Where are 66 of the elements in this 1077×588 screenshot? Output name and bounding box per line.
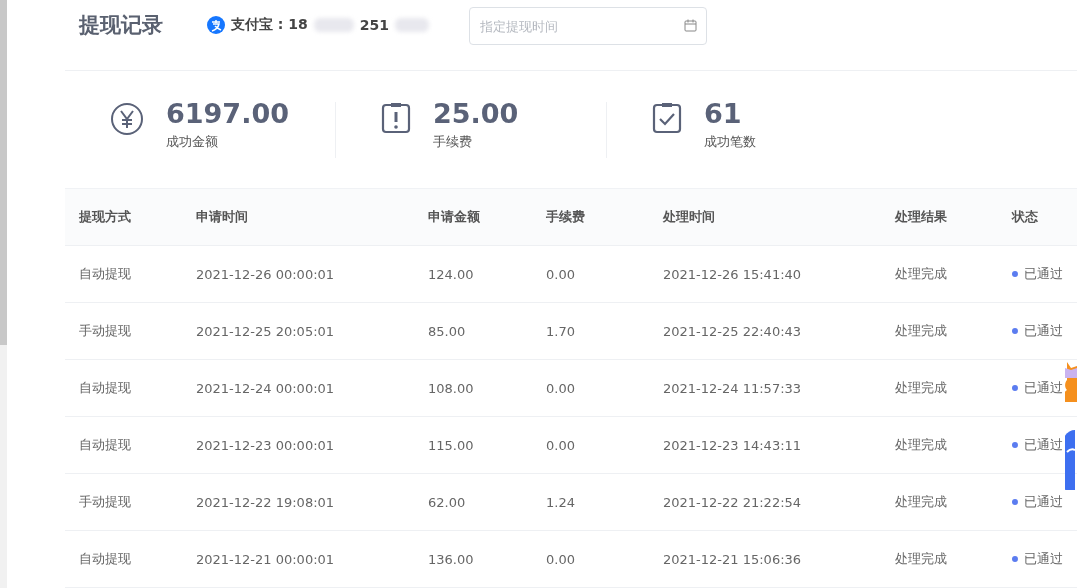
table-cell-text: 1.24 — [546, 494, 576, 510]
status-text: 已通过 — [1024, 265, 1063, 283]
table-cell-text: 自动提现 — [79, 436, 132, 454]
table-cell-text: 手动提现 — [79, 322, 132, 340]
stat-label: 成功金额 — [166, 132, 219, 151]
table-cell-text: 2021-12-23 00:00:01 — [196, 437, 336, 453]
column-header: 处理结果 — [895, 208, 948, 226]
column-header: 申请时间 — [196, 208, 249, 226]
table-cell-text: 处理完成 — [895, 436, 948, 454]
floating-help-button[interactable] — [1065, 430, 1075, 490]
page-title: 提现记录 — [79, 12, 164, 40]
table-cell-text: 处理完成 — [895, 322, 948, 340]
table-cell-text: 手动提现 — [79, 493, 132, 511]
table-cell-text: 0.00 — [546, 437, 576, 453]
table-cell-text: 自动提现 — [79, 550, 132, 568]
table-cell-text: 1.70 — [546, 323, 576, 339]
table-cell-text: 2021-12-21 00:00:01 — [196, 551, 336, 567]
calendar-icon — [684, 19, 697, 33]
table-cell-text: 108.00 — [428, 380, 475, 396]
scrollbar[interactable] — [0, 0, 7, 588]
column-header: 申请金额 — [428, 208, 481, 226]
table-cell-text: 2021-12-22 19:08:01 — [196, 494, 336, 510]
table-cell-text: 62.00 — [428, 494, 467, 510]
status-text: 已通过 — [1024, 322, 1063, 340]
table-cell-text: 2021-12-23 14:43:11 — [663, 437, 803, 453]
table-cell-text: 124.00 — [428, 266, 475, 282]
table-cell-text: 自动提现 — [79, 379, 132, 397]
column-header: 手续费 — [546, 208, 586, 226]
stat-label: 成功笔数 — [704, 132, 756, 151]
column-header: 状态 — [1012, 208, 1039, 226]
table-cell-text: 处理完成 — [895, 379, 948, 397]
account-number-tail: 251 — [359, 17, 390, 34]
stat-value: 61 — [704, 97, 743, 129]
date-field[interactable]: 指定提现时间 — [469, 7, 707, 46]
checklist-icon — [652, 101, 682, 134]
table-cell-text: 自动提现 — [79, 265, 132, 283]
table-cell-text: 处理完成 — [895, 550, 948, 568]
table-cell-text: 2021-12-24 11:57:33 — [663, 380, 803, 396]
table-cell-text: 2021-12-26 00:00:01 — [196, 266, 336, 282]
table-cell-text: 2021-12-25 20:05:01 — [196, 323, 336, 339]
table-cell-text: 0.00 — [546, 380, 576, 396]
table-cell-text: 136.00 — [428, 551, 475, 567]
table-cell-text: 处理完成 — [895, 265, 948, 283]
status-text: 已通过 — [1024, 550, 1063, 568]
table-cell-text: 0.00 — [546, 551, 576, 567]
table-cell-text: 85.00 — [428, 323, 467, 339]
table-cell-text: 0.00 — [546, 266, 576, 282]
status-text: 已通过 — [1024, 379, 1063, 397]
stat-label: 手续费 — [433, 132, 473, 151]
stat-value: 6197.00 — [166, 97, 289, 129]
table-cell-text: 2021-12-21 15:06:36 — [663, 551, 803, 567]
alert-clipboard-icon — [381, 101, 411, 134]
table-cell-text: 处理完成 — [895, 493, 948, 511]
account-label: 支付宝 : 18 — [231, 16, 308, 35]
table-cell-text: 115.00 — [428, 437, 475, 453]
column-header: 处理时间 — [663, 208, 716, 226]
column-header: 提现方式 — [79, 208, 132, 226]
table-cell-text: 2021-12-24 00:00:01 — [196, 380, 336, 396]
table-cell-text: 2021-12-22 21:22:54 — [663, 494, 803, 510]
status-text: 已通过 — [1024, 436, 1063, 454]
table-cell-text: 2021-12-26 15:41:40 — [663, 266, 803, 282]
table-cell-text: 2021-12-25 22:40:43 — [663, 323, 803, 339]
yen-icon — [110, 101, 144, 136]
stat-value: 25.00 — [433, 97, 519, 129]
alipay-logo-icon — [207, 16, 225, 35]
status-text: 已通过 — [1024, 493, 1063, 511]
